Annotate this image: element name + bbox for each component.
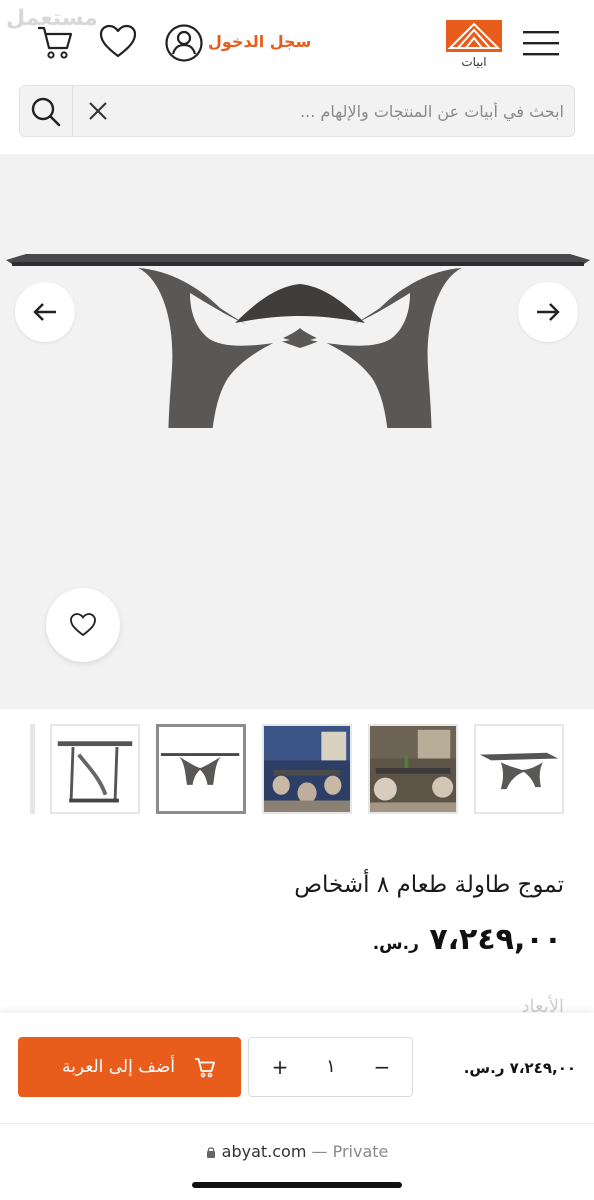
thumbnail-table-angle-view[interactable] <box>474 724 564 814</box>
url-domain: abyat.com <box>221 1142 307 1161</box>
cart-icon[interactable] <box>34 22 74 62</box>
arrow-left-icon <box>33 303 56 321</box>
product-gallery <box>0 154 594 709</box>
add-to-cart-button[interactable]: أضف إلى العربة <box>18 1037 241 1097</box>
quantity-increase-button[interactable]: + <box>253 1038 307 1096</box>
logo-text: ابيات <box>461 55 487 69</box>
user-icon[interactable] <box>164 23 204 63</box>
private-mode-label: Private <box>332 1142 389 1161</box>
next-image-button[interactable] <box>518 282 578 342</box>
menu-icon[interactable] <box>520 28 562 58</box>
thumbnail-dining-room-scene-1[interactable] <box>262 724 352 814</box>
thumbnail-image <box>159 727 243 811</box>
logo-mark-icon <box>446 20 502 52</box>
home-indicator[interactable] <box>192 1182 402 1188</box>
login-link[interactable]: سجل الدخول <box>208 32 311 51</box>
product-image[interactable] <box>0 198 594 428</box>
url-field[interactable]: abyat.com — Private <box>0 1142 594 1161</box>
price-currency: ر.س. <box>372 934 419 954</box>
price-value: ٧،٢٤٩,٠٠ <box>429 922 562 957</box>
search-icon[interactable] <box>30 96 62 128</box>
previous-image-button[interactable] <box>15 282 75 342</box>
thumbnail-image <box>476 726 562 812</box>
heart-icon[interactable] <box>98 22 138 62</box>
search-divider <box>72 86 73 136</box>
add-to-cart-label: أضف إلى العربة <box>62 1057 175 1077</box>
thumbnail-table-side-view[interactable] <box>50 724 140 814</box>
quantity-value[interactable]: ١ <box>307 1038 355 1096</box>
search-input[interactable] <box>124 86 564 136</box>
heart-outline-icon <box>70 613 96 637</box>
lock-icon <box>206 1147 215 1158</box>
thumbnail-image <box>264 726 350 812</box>
abyat-logo[interactable]: ابيات <box>444 16 504 70</box>
add-to-cart-bar: أضف إلى العربة + ١ − ٧،٢٤٩,٠٠ ر.س. <box>0 1013 594 1123</box>
thumbnail-edge <box>30 724 35 814</box>
product-price: ٧،٢٤٩,٠٠ ر.س. <box>373 922 562 957</box>
product-title: تموج طاولة طعام ٨ أشخاص <box>294 872 564 898</box>
browser-address-bar: abyat.com — Private <box>0 1123 594 1200</box>
arrow-right-icon <box>537 303 560 321</box>
thumbnail-strip <box>0 722 594 816</box>
header: مستعمل سجل الدخول ابيات <box>0 0 594 80</box>
wishlist-button[interactable] <box>46 588 120 662</box>
quantity-stepper: + ١ − <box>248 1037 413 1097</box>
thumbnail-table-front-view[interactable] <box>156 724 246 814</box>
search-bar <box>19 85 575 137</box>
close-icon[interactable] <box>86 99 110 123</box>
quantity-decrease-button[interactable]: − <box>355 1038 409 1096</box>
thumbnail-image <box>370 726 456 812</box>
cart-icon <box>195 1058 215 1078</box>
thumbnail-image <box>52 726 138 812</box>
thumbnail-dining-room-scene-2[interactable] <box>368 724 458 814</box>
cart-bar-price: ٧،٢٤٩,٠٠ ر.س. <box>463 1059 576 1077</box>
url-separator: — <box>306 1142 333 1161</box>
